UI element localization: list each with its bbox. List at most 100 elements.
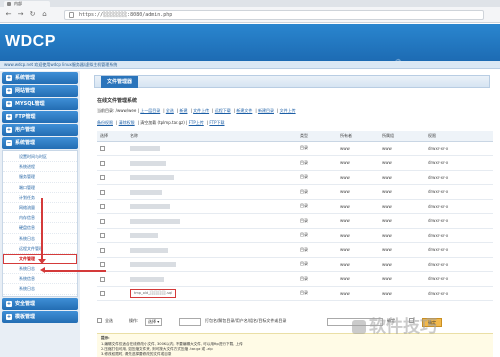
sidebar-group-site[interactable]: + 网站管理	[2, 85, 78, 97]
table-row[interactable]: 目录 www www drwxr-xr-x	[97, 242, 493, 258]
row-type: 目录	[297, 170, 337, 185]
reload-icon[interactable]: ↻	[28, 10, 37, 19]
browser-tab-title: 内部	[14, 1, 22, 6]
plus-icon: +	[6, 313, 12, 320]
row-checkbox[interactable]	[100, 247, 105, 253]
sidebar-subitem[interactable]: 计划任务	[3, 193, 77, 203]
row-checkbox[interactable]	[100, 218, 105, 224]
lock-icon	[69, 12, 74, 18]
row-owner: www	[337, 184, 379, 200]
row-type: 目录	[297, 286, 337, 301]
operation-select[interactable]: 选择 ▾	[145, 318, 163, 326]
row-name-cell[interactable]	[127, 257, 297, 272]
link-parent-dir[interactable]: 上一层目录	[140, 108, 160, 113]
row-name-cell[interactable]	[127, 213, 297, 229]
row-group: www	[379, 155, 425, 171]
rename-input[interactable]: tmp_old_░░░░░░.sql	[130, 288, 177, 298]
file-name-redacted	[130, 262, 176, 267]
link-clear-perms[interactable]: 清除权限	[119, 120, 135, 125]
table-row[interactable]: 目录 www www drwxr-xr-x	[97, 199, 493, 214]
row-checkbox[interactable]	[100, 291, 105, 296]
link-new[interactable]: 新建	[179, 108, 187, 113]
row-select-cell	[97, 271, 127, 287]
row-checkbox[interactable]	[100, 262, 105, 267]
sidebar-subitem[interactable]: 系统日志	[3, 284, 77, 295]
sidebar-subitem[interactable]: 端口管理	[3, 183, 77, 193]
sidebar-subitem[interactable]: 网络流量	[3, 203, 77, 214]
table-row[interactable]: 目录 www www drwxr-xr-x	[97, 141, 493, 156]
row-checkbox[interactable]	[100, 204, 105, 209]
link-ftp-upload[interactable]: FTP上传	[189, 120, 204, 125]
row-checkbox[interactable]	[100, 233, 105, 238]
table-row[interactable]: 目录 www www drwxr-xr-x	[97, 228, 493, 243]
row-name-cell[interactable]	[127, 141, 297, 156]
row-select-cell	[97, 199, 127, 214]
sidebar-subitem[interactable]: 系统进程	[3, 162, 77, 173]
table-header-row: 选择 名称 类型 所有者 所属组 权限	[97, 131, 493, 142]
table-row[interactable]: tmp_old_░░░░░░.sql 目录 www www drwxr-xr-x	[97, 286, 493, 301]
table-row[interactable]: 目录 www www drwxr-xr-x	[97, 257, 493, 272]
row-owner: www	[337, 170, 379, 185]
table-row[interactable]: 目录 www www drwxr-xr-x	[97, 271, 493, 287]
sidebar-subitem[interactable]: 系统日志	[3, 234, 77, 244]
sidebar-group-ftp[interactable]: + FTP管理	[2, 111, 78, 123]
row-checkbox[interactable]	[100, 160, 105, 166]
row-name-cell[interactable]: tmp_old_░░░░░░.sql	[127, 286, 297, 301]
current-path: 当前目录: /www/wee	[97, 108, 137, 113]
row-perm: drwxr-xr-x	[425, 242, 493, 258]
row-type: 目录	[297, 257, 337, 272]
select-all-checkbox[interactable]	[97, 318, 102, 323]
forward-icon[interactable]: →	[16, 10, 25, 19]
link-select-all[interactable]: 全选	[166, 108, 174, 113]
col-owner: 所有者	[337, 131, 379, 142]
row-name-cell[interactable]	[127, 271, 297, 287]
brand-logo-icon	[352, 320, 366, 334]
table-row[interactable]: 目录 www www drwxr-xr-x	[97, 184, 493, 200]
sidebar-group-system-admin[interactable]: − 系统管理	[2, 137, 78, 149]
annotation-arrow-down	[38, 198, 46, 264]
table-row[interactable]: 目录 www www drwxr-xr-x	[97, 155, 493, 171]
link-file-upload[interactable]: 文件上传	[280, 108, 296, 113]
row-owner: www	[337, 286, 379, 301]
toolbar-secondary: 备份权限 | 清除权限 | 清空加载 (tplmp.tar.gz) | FTP上传 |…	[97, 120, 225, 125]
row-perm: drwxr-xr-x	[425, 170, 493, 185]
row-name-cell[interactable]	[127, 228, 297, 243]
link-ftp-download[interactable]: FTP下载	[209, 120, 224, 125]
row-checkbox[interactable]	[100, 276, 105, 282]
row-checkbox[interactable]	[100, 189, 105, 195]
row-checkbox[interactable]	[100, 175, 105, 180]
row-checkbox[interactable]	[100, 146, 105, 151]
table-row[interactable]: 目录 www www drwxr-xr-x	[97, 213, 493, 229]
sidebar-subitem[interactable]: 服务管理	[3, 172, 77, 183]
back-icon[interactable]: ←	[4, 10, 13, 19]
row-type: 目录	[297, 242, 337, 258]
sidebar-group-users[interactable]: + 用户管理	[2, 124, 78, 136]
tab-file-manager[interactable]: 文件管理器	[101, 76, 139, 88]
sidebar-subitem[interactable]: 远程文件管理	[3, 244, 77, 254]
row-perm: drwxr-xr-x	[425, 286, 493, 301]
sidebar-subitem[interactable]: 内存信息	[3, 213, 77, 224]
sidebar-group-templates[interactable]: + 模板管理	[2, 310, 78, 323]
row-type: 目录	[297, 228, 337, 243]
link-upload[interactable]: 文件上传	[193, 108, 209, 113]
home-icon[interactable]: ⌂	[40, 10, 49, 19]
row-name-cell[interactable]	[127, 184, 297, 200]
row-name-cell[interactable]	[127, 199, 297, 214]
row-name-cell[interactable]	[127, 170, 297, 185]
sidebar-group-system[interactable]: + 系统管理	[2, 72, 78, 84]
sidebar-group-mysql[interactable]: + MYSQL管理	[2, 98, 78, 110]
row-name-cell[interactable]	[127, 242, 297, 258]
load-text: 清空加载 (tplmp.tar.gz)	[140, 120, 185, 125]
link-new-dir[interactable]: 新建目录	[258, 108, 274, 113]
link-remote-download[interactable]: 远程下载	[215, 108, 231, 113]
link-backup-perms[interactable]: 备份权限	[97, 120, 113, 125]
table-row[interactable]: 目录 www www drwxr-xr-x	[97, 170, 493, 185]
row-name-cell[interactable]	[127, 155, 297, 171]
op-input[interactable]	[179, 318, 201, 326]
link-new-file[interactable]: 新建文件	[236, 108, 252, 113]
sidebar-subitem[interactable]: 系统信息	[3, 274, 77, 285]
sidebar-subitem[interactable]: 设置时间与时区	[3, 152, 77, 163]
url-input[interactable]: https://░░░░░░░░:8080/admin.php	[64, 10, 484, 20]
sidebar-group-security[interactable]: + 安全管理	[2, 297, 78, 310]
sidebar-subitem[interactable]: 硬盘信息	[3, 223, 77, 234]
